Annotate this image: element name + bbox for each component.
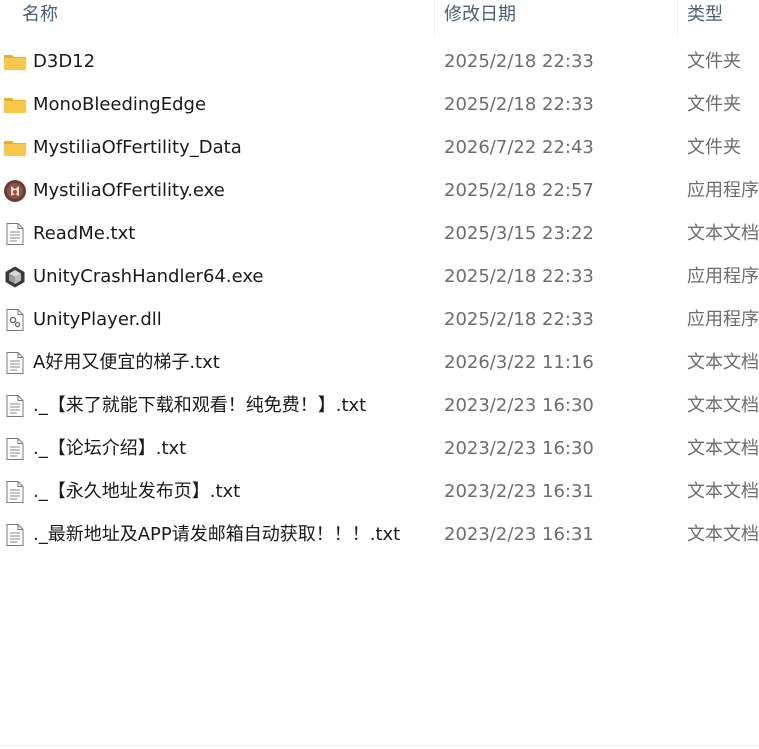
file-name: MonoBleedingEdge	[33, 94, 207, 115]
file-row-monobleedingedge[interactable]: MonoBleedingEdge 2025/2/18 22:33 文件夹	[0, 83, 759, 126]
file-type: 文件夹	[687, 51, 741, 72]
column-header-type[interactable]: 类型	[687, 4, 723, 30]
file-date: 2026/7/22 22:43	[444, 137, 594, 158]
column-header-bar: 名称 修改日期 类型	[0, 0, 759, 34]
file-type: 文本文档	[687, 223, 759, 244]
file-date: 2023/2/23 16:31	[444, 524, 594, 545]
file-name: ._【来了就能下载和观看！纯免费！】.txt	[33, 395, 367, 416]
file-name: ._【永久地址发布页】.txt	[33, 481, 241, 502]
column-header-name[interactable]: 名称	[22, 4, 58, 30]
text-file-icon	[3, 480, 27, 504]
file-date: 2026/3/22 11:16	[444, 352, 594, 373]
unity-icon	[3, 265, 27, 289]
file-explorer-window: 名称 修改日期 类型 D3D12 2025/2/18 22:33 文件夹 Mon…	[0, 0, 759, 749]
file-list: D3D12 2025/2/18 22:33 文件夹 MonoBleedingEd…	[0, 40, 759, 556]
folder-icon	[3, 136, 27, 160]
file-name: A好用又便宜的梯子.txt	[33, 352, 220, 373]
file-date: 2023/2/23 16:30	[444, 395, 594, 416]
file-row-data-folder[interactable]: MystiliaOfFertility_Data 2026/7/22 22:43…	[0, 126, 759, 169]
dll-file-icon	[3, 308, 27, 332]
horizontal-scrollbar-track[interactable]	[0, 745, 759, 746]
file-row-crash-handler[interactable]: UnityCrashHandler64.exe 2025/2/18 22:33 …	[0, 255, 759, 298]
file-name: ._【论坛介绍】.txt	[33, 438, 187, 459]
file-row-txt[interactable]: ._最新地址及APP请发邮箱自动获取！！！.txt 2023/2/23 16:3…	[0, 513, 759, 556]
game-app-icon	[3, 179, 27, 203]
file-type: 文件夹	[687, 137, 741, 158]
text-file-icon	[3, 222, 27, 246]
file-date: 2025/2/18 22:33	[444, 266, 594, 287]
file-type: 文本文档	[687, 352, 759, 373]
file-row-unityplayer-dll[interactable]: UnityPlayer.dll 2025/2/18 22:33 应用程序	[0, 298, 759, 341]
file-row-txt[interactable]: ._【论坛介绍】.txt 2023/2/23 16:30 文本文档	[0, 427, 759, 470]
text-file-icon	[3, 437, 27, 461]
file-type: 应用程序	[687, 266, 759, 287]
file-row-txt[interactable]: ._【永久地址发布页】.txt 2023/2/23 16:31 文本文档	[0, 470, 759, 513]
file-date: 2025/2/18 22:33	[444, 51, 594, 72]
column-header-date[interactable]: 修改日期	[444, 4, 516, 30]
file-type: 应用程序	[687, 180, 759, 201]
file-type: 应用程序	[687, 309, 759, 330]
file-name: MystiliaOfFertility.exe	[33, 180, 225, 201]
text-file-icon	[3, 523, 27, 547]
file-name: MystiliaOfFertility_Data	[33, 137, 242, 158]
file-date: 2023/2/23 16:31	[444, 481, 594, 502]
text-file-icon	[3, 394, 27, 418]
file-date: 2025/2/18 22:33	[444, 309, 594, 330]
file-name: D3D12	[33, 51, 96, 72]
file-date: 2025/3/15 23:22	[444, 223, 594, 244]
file-row-d3d12[interactable]: D3D12 2025/2/18 22:33 文件夹	[0, 40, 759, 83]
file-type: 文本文档	[687, 438, 759, 459]
file-date: 2025/2/18 22:33	[444, 94, 594, 115]
file-row-txt[interactable]: ._【来了就能下载和观看！纯免费！】.txt 2023/2/23 16:30 文…	[0, 384, 759, 427]
file-name: ReadMe.txt	[33, 223, 136, 244]
file-type: 文件夹	[687, 94, 741, 115]
file-name: UnityCrashHandler64.exe	[33, 266, 264, 287]
file-type: 文本文档	[687, 524, 759, 545]
folder-icon	[3, 50, 27, 74]
file-type: 文本文档	[687, 395, 759, 416]
file-name: UnityPlayer.dll	[33, 309, 162, 330]
file-row-readme[interactable]: ReadMe.txt 2025/3/15 23:22 文本文档	[0, 212, 759, 255]
folder-icon	[3, 93, 27, 117]
file-date: 2025/2/18 22:57	[444, 180, 594, 201]
text-file-icon	[3, 351, 27, 375]
file-name: ._最新地址及APP请发邮箱自动获取！！！.txt	[33, 524, 401, 545]
file-type: 文本文档	[687, 481, 759, 502]
file-date: 2023/2/23 16:30	[444, 438, 594, 459]
file-row-game-exe[interactable]: MystiliaOfFertility.exe 2025/2/18 22:57 …	[0, 169, 759, 212]
file-row-txt[interactable]: A好用又便宜的梯子.txt 2026/3/22 11:16 文本文档	[0, 341, 759, 384]
column-divider[interactable]	[677, 0, 678, 34]
column-divider[interactable]	[434, 0, 435, 34]
